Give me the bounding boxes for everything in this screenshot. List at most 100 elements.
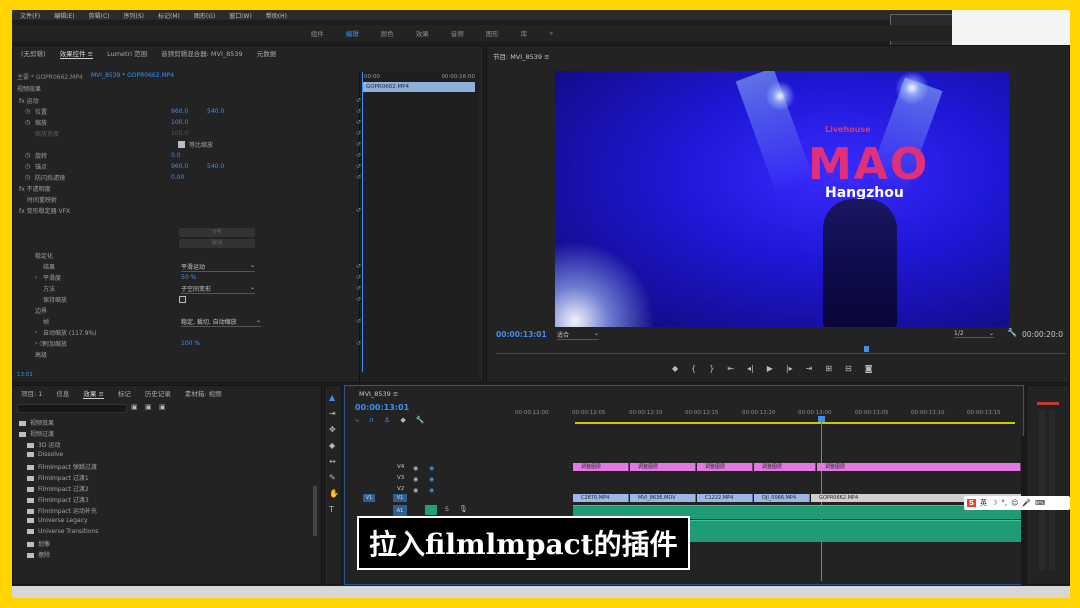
video-clip[interactable]: C1222.MP4 (697, 494, 753, 502)
razor-tool-icon[interactable]: ◆ (329, 442, 335, 450)
folder-video-transitions[interactable]: 视频过渡 (19, 429, 54, 438)
accelerated-effects-icon[interactable]: ▣ (131, 404, 138, 411)
row-uniform-scale[interactable]: 等比缩放 ↺ (13, 139, 483, 150)
keep-scale-checkbox[interactable] (179, 296, 186, 303)
keyboard-icon[interactable]: ⌨ (1035, 499, 1045, 507)
emoji-icon[interactable]: ☺ (1011, 499, 1018, 507)
reset-icon[interactable]: ↺ (356, 163, 361, 170)
row-auto-scale[interactable]: › 自动缩放 (117.9%) (13, 327, 483, 338)
tab-info[interactable]: 信息 (56, 388, 69, 398)
effects-scrollbar[interactable] (313, 486, 317, 536)
tab-bin[interactable]: 素材箱: 视频 (185, 388, 222, 398)
adjustment-layer-clip[interactable]: 调整图层 (630, 463, 696, 471)
marker-icon[interactable]: ◆ (672, 364, 678, 373)
folder-3d-motion[interactable]: 3D 运动 (27, 440, 60, 449)
tab-markers[interactable]: 标记 (118, 388, 131, 398)
adjustment-layer-clip[interactable]: 调整图层 (817, 463, 1021, 471)
tab-effects[interactable]: 效果 ≡ (83, 388, 104, 399)
result-dropdown[interactable]: 平滑运动 ⌄ (181, 262, 255, 272)
reset-icon[interactable]: ↺ (356, 340, 361, 347)
eye-icon[interactable]: ◉ (429, 488, 434, 494)
tab-effect-controls[interactable]: 效果控件 ≡ (59, 48, 94, 59)
reset-icon[interactable]: ↺ (356, 207, 361, 214)
folder-iris[interactable]: 划像 (27, 539, 50, 548)
analyze-button[interactable]: 分析 (179, 228, 255, 237)
nest-icon[interactable]: ⤷ (355, 416, 359, 425)
menu-file[interactable]: 文件(F) (20, 11, 40, 20)
row-scale[interactable]: ◷ 缩放 100.0 ↺ (13, 117, 483, 128)
extra-scale-value[interactable]: 100 % (181, 340, 200, 347)
tab-audio-clip-mixer[interactable]: 音频剪辑混合器: MVI_8539 (161, 48, 243, 58)
anchor-y[interactable]: 540.0 (207, 163, 224, 170)
folder-universe-legacy[interactable]: Universe Legacy (27, 517, 88, 524)
microphone-icon[interactable]: 🎙 (459, 506, 468, 513)
position-y[interactable]: 540.0 (207, 108, 224, 115)
method-dropdown[interactable]: 子空间变形 ⌄ (181, 284, 255, 294)
menu-sequence[interactable]: 序列(S) (124, 11, 145, 20)
play-icon[interactable]: ▶ (767, 364, 773, 373)
slip-tool-icon[interactable]: ↔ (329, 458, 336, 466)
adjustment-layer-clip[interactable]: 调整图层 (697, 463, 753, 471)
row-extra-scale[interactable]: › ◷ 附加缩放 100 % ↺ (13, 338, 483, 349)
scale-value[interactable]: 100.0 (171, 119, 188, 126)
folder-filmimpact-1[interactable]: FilmImpact 过渡1 (27, 473, 89, 482)
work-area-bar[interactable] (575, 422, 1015, 424)
reset-icon[interactable]: ↺ (356, 174, 361, 181)
solo-icon[interactable]: S (445, 507, 449, 513)
folder-filmimpact-3[interactable]: FilmImpact 过渡3 (27, 495, 89, 504)
workspace-audio[interactable]: 音频 (451, 28, 464, 38)
row-stabilize[interactable]: 稳定化 (13, 250, 483, 261)
timeline-tab[interactable]: MVI_8539 ≡ (359, 390, 398, 398)
row-warp-stabilizer[interactable]: fx 变形稳定器 VFX ↺ (13, 205, 483, 216)
mute-a1-button[interactable] (425, 505, 437, 515)
position-x[interactable]: 960.0 (171, 108, 188, 115)
menu-marker[interactable]: 标记(M) (158, 11, 180, 20)
reset-icon[interactable]: ↺ (356, 130, 361, 137)
eye-icon[interactable]: ◉ (413, 466, 418, 472)
workspace-effects[interactable]: 效果 (416, 28, 429, 38)
rotation-value[interactable]: 0.0 (171, 152, 181, 159)
magnet-snap-icon[interactable]: ∩ (369, 416, 374, 425)
clip-label[interactable]: MVI_8539 * GOPR0662.MP4 (91, 72, 174, 79)
flicker-value[interactable]: 0.00 (171, 174, 184, 181)
folder-filmimpact-motion[interactable]: FilmImpact 运动补充 (27, 506, 97, 515)
type-tool-icon[interactable]: T (329, 506, 334, 514)
lift-icon[interactable]: ⊞ (825, 364, 832, 373)
reset-icon[interactable]: ↺ (356, 152, 361, 159)
yuv-effects-icon[interactable]: ▣ (159, 404, 166, 411)
reset-icon[interactable]: ↺ (356, 285, 361, 292)
smoothness-value[interactable]: 50 % (181, 274, 196, 281)
folder-dissolve[interactable]: Dissolve (27, 451, 63, 458)
adjustment-layer-clip[interactable]: 调整图层 (754, 463, 816, 471)
mark-out-icon[interactable]: } (709, 364, 714, 373)
track-label-v4[interactable]: V4 (397, 464, 404, 470)
hand-tool-icon[interactable]: ✋ (329, 490, 339, 498)
eye-icon[interactable]: ◉ (429, 466, 434, 472)
menu-clip[interactable]: 剪辑(C) (89, 11, 110, 20)
cancel-button[interactable]: 取消 (179, 239, 255, 248)
workspace-library[interactable]: 库 (521, 28, 528, 38)
track-label-v2[interactable]: V2 (397, 486, 404, 492)
wrench-icon[interactable]: 🔧 (1007, 329, 1017, 337)
folder-filmimpact-2[interactable]: FilmImpact 过渡2 (27, 484, 89, 493)
mark-in-icon[interactable]: { (691, 364, 696, 373)
tab-lumetri-scopes[interactable]: Lumetri 范围 (107, 48, 147, 58)
tab-metadata[interactable]: 元数据 (257, 48, 277, 58)
reset-icon[interactable]: ↺ (356, 318, 361, 325)
reset-icon[interactable]: ↺ (356, 141, 361, 148)
row-time-remap[interactable]: 时间重映射 (13, 194, 483, 205)
workspace-assembly[interactable]: 组件 (311, 28, 324, 38)
row-position[interactable]: ◷ 位置 960.0 540.0 ↺ (13, 106, 483, 117)
row-motion[interactable]: fx 运动 ↺ (13, 95, 483, 106)
timeline-timecode[interactable]: 00:00:13:01 (355, 403, 409, 412)
menu-graphics[interactable]: 图形(G) (194, 11, 215, 20)
track-label-v3[interactable]: V3 (397, 475, 404, 481)
workspace-color[interactable]: 颜色 (381, 28, 394, 38)
microphone-icon[interactable]: 🎤 (1022, 499, 1031, 507)
tab-project[interactable]: 项目: 1 (21, 388, 42, 398)
row-rotation[interactable]: ◷ 旋转 0.0 ↺ (13, 150, 483, 161)
pen-tool-icon[interactable]: ✎ (329, 474, 336, 482)
video-clip[interactable]: MVI_8636.MOV (630, 494, 696, 502)
video-clip[interactable]: DJI_0066.MP4 (754, 494, 810, 502)
go-to-out-icon[interactable]: ⇥ (806, 364, 813, 373)
